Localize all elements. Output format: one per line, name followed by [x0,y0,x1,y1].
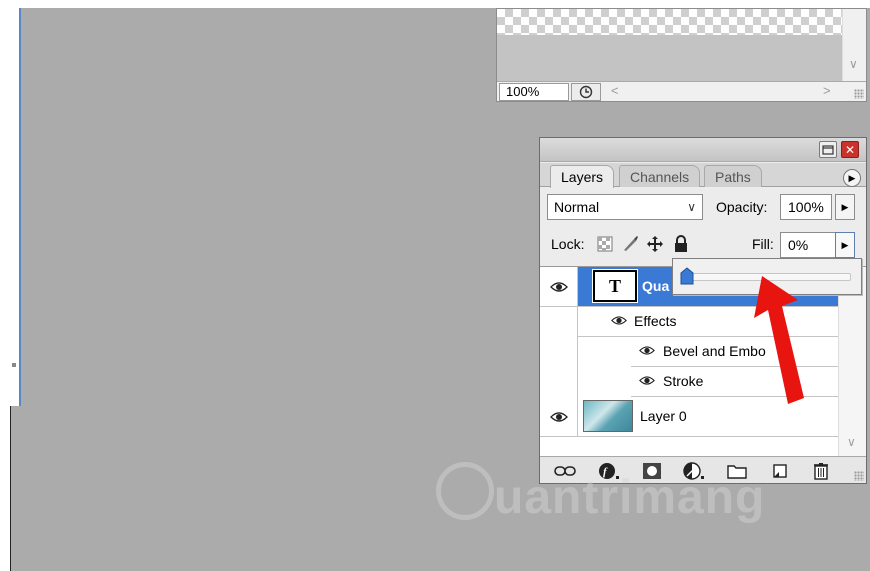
zoom-input[interactable]: 100% [499,83,569,101]
trash-icon[interactable] [810,461,832,481]
eye-icon[interactable] [639,345,655,356]
scroll-right-icon[interactable]: > [823,83,831,98]
layers-vertical-scrollbar[interactable]: ∨ [838,267,866,457]
play-icon: ▶ [848,172,856,183]
lock-position-move-icon[interactable] [645,234,665,254]
layer-name[interactable]: Qua [642,278,669,294]
document-window-edge [10,8,21,406]
fill-slider-thumb[interactable] [680,267,694,285]
chevron-down-icon: ∨ [687,200,696,214]
resize-grip-icon[interactable] [854,471,864,481]
eye-icon[interactable] [639,375,655,386]
resize-dot [12,363,16,367]
image-layer-thumbnail [583,400,633,432]
minimize-icon [822,144,834,155]
watermark-text: uantrimang [494,471,766,524]
fill-slider-button[interactable]: ▶ [835,232,855,258]
blend-mode-value: Normal [554,199,600,215]
navigator-preview [497,9,842,81]
scroll-down-icon[interactable]: ∨ [847,435,856,449]
tab-layers[interactable]: Layers [550,165,615,188]
navigator-vertical-scrollbar[interactable]: ∨ [842,9,866,81]
arrow-right-icon: ▶ [841,239,849,250]
close-panel-button[interactable]: ✕ [841,141,859,158]
zoom-menu-button[interactable] [571,83,601,101]
effects-label: Effects [634,313,677,329]
transparency-checkerboard [497,9,842,35]
lock-label: Lock: [551,236,585,252]
text-layer-thumbnail: T [592,269,638,303]
resize-grip-icon[interactable] [854,89,864,99]
layer-name[interactable]: Layer 0 [640,408,687,424]
opacity-slider-button[interactable]: ▶ [835,194,855,220]
panel-tabs: Layers Channels Paths ▶ [540,163,866,188]
scroll-down-icon[interactable]: ∨ [849,57,858,71]
visibility-toggle[interactable] [540,267,578,307]
eye-icon[interactable] [611,315,627,326]
lightbulb-logo-icon [436,462,494,520]
fill-input[interactable]: 0% [780,232,836,258]
panel-titlebar[interactable]: ✕ [540,138,866,162]
tab-channels[interactable]: Channels [619,165,701,187]
arrow-right-icon: ▶ [841,201,849,212]
visibility-toggle[interactable] [540,397,578,437]
lock-image-pixels-brush-icon[interactable] [620,234,640,254]
layers-panel: ✕ Layers Channels Paths ▶ Normal ∨ Opaci… [539,137,867,484]
empty-eye-column [540,307,578,397]
fill-label: Fill: [752,236,774,252]
minimize-panel-button[interactable] [819,141,837,158]
eye-icon [549,411,568,422]
opacity-label: Opacity: [716,199,768,215]
annotation-arrow-icon [754,276,804,404]
navigator-panel: ∨ 100% < > [496,8,867,102]
eye-icon [549,281,568,292]
opacity-input[interactable]: 100% [780,194,832,220]
clock-icon [579,85,593,99]
text-layer-t-icon: T [608,275,621,296]
watermark-logo: uantrimang [436,460,786,540]
stroke-label: Stroke [663,373,704,389]
lock-all-padlock-icon[interactable] [671,234,691,254]
scroll-left-icon[interactable]: < [611,83,619,98]
lock-transparent-pixels-icon[interactable] [595,234,615,254]
close-icon: ✕ [844,142,856,157]
navigator-status-bar: 100% < > [497,81,866,101]
tab-paths[interactable]: Paths [704,165,762,187]
panel-menu-button[interactable]: ▶ [843,169,861,187]
blend-mode-select[interactable]: Normal ∨ [547,194,703,220]
